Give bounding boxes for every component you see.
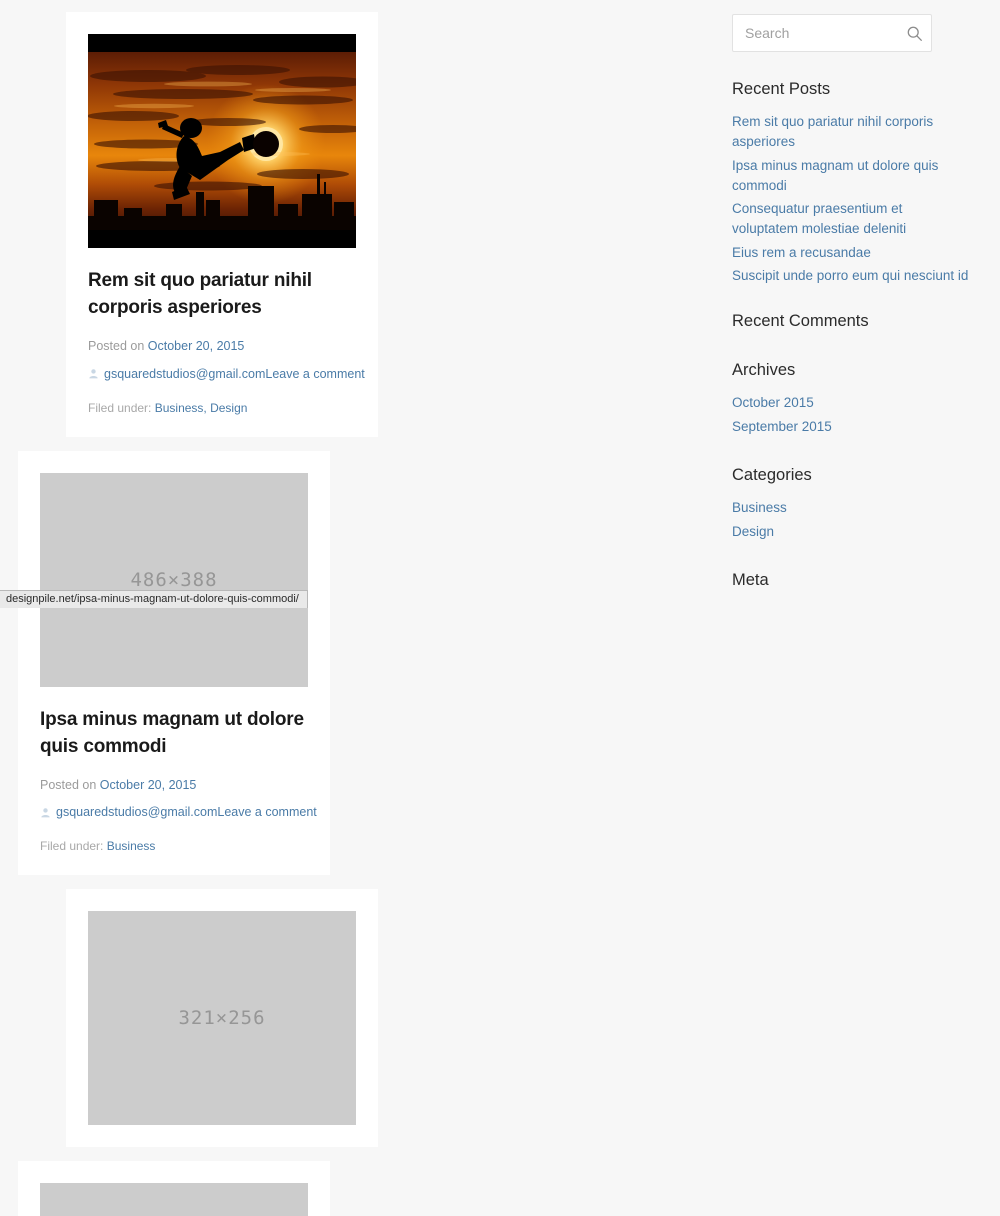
widget-title: Recent Posts bbox=[732, 80, 831, 98]
search-icon bbox=[907, 26, 922, 41]
list-item[interactable]: Design bbox=[732, 522, 970, 543]
recent-post-link[interactable]: Rem sit quo pariatur nihil corporis aspe… bbox=[732, 112, 970, 153]
posted-on-label: Posted on bbox=[88, 338, 145, 353]
post-filed-under: Filed under: Business, Design bbox=[88, 401, 356, 415]
recent-post-link[interactable]: Suscipit unde porro eum qui nesciunt id bbox=[732, 266, 970, 286]
widget-categories: Categories Business Design bbox=[732, 466, 970, 543]
recent-post-link[interactable]: Consequatur praesentium et voluptatem mo… bbox=[732, 199, 970, 240]
posted-on-label: Posted on bbox=[40, 777, 97, 792]
post-card[interactable]: 528×422 bbox=[18, 1161, 330, 1216]
post-filed-under: Filed under: Business bbox=[40, 839, 308, 853]
soccer-sunset-illustration bbox=[88, 34, 356, 248]
post-category-link[interactable]: Business, Design bbox=[155, 401, 248, 415]
widget-archives: Archives October 2015 September 2015 bbox=[732, 361, 970, 438]
list-item[interactable]: October 2015 bbox=[732, 393, 970, 414]
placeholder-size-label: 321×256 bbox=[178, 1007, 266, 1030]
archive-link[interactable]: October 2015 bbox=[732, 393, 970, 414]
list-item[interactable]: Suscipit unde porro eum qui nesciunt id bbox=[732, 266, 970, 286]
list-item[interactable]: Ipsa minus magnam ut dolore quis commodi bbox=[732, 156, 970, 197]
leave-comment-link[interactable]: Leave a comment bbox=[265, 367, 364, 381]
recent-posts-list: Rem sit quo pariatur nihil corporis aspe… bbox=[732, 112, 970, 286]
list-item[interactable]: Rem sit quo pariatur nihil corporis aspe… bbox=[732, 112, 970, 153]
post-author[interactable]: gsquaredstudios@gmail.com bbox=[40, 805, 217, 819]
post-meta-author-comments: gsquaredstudios@gmail.com Leave a commen… bbox=[40, 805, 317, 819]
leave-comment-label: Leave a comment bbox=[217, 805, 317, 820]
categories-list: Business Design bbox=[732, 498, 970, 543]
search-submit-button[interactable] bbox=[904, 23, 924, 43]
post-title[interactable]: Rem sit quo pariatur nihil corporis aspe… bbox=[88, 268, 356, 322]
post-meta-author-comments: gsquaredstudios@gmail.com Leave a commen… bbox=[88, 367, 365, 381]
post-meta-date: Posted on October 20, 2015 bbox=[88, 337, 356, 356]
post-author-label: gsquaredstudios@gmail.com bbox=[104, 366, 266, 381]
widget-meta: Meta bbox=[732, 571, 970, 590]
leave-comment-label: Leave a comment bbox=[265, 366, 365, 381]
recent-post-link[interactable]: Ipsa minus magnam ut dolore quis commodi bbox=[732, 156, 970, 197]
post-thumbnail-photo[interactable] bbox=[88, 34, 356, 248]
list-item[interactable]: Consequatur praesentium et voluptatem mo… bbox=[732, 199, 970, 240]
widget-title: Categories bbox=[732, 465, 812, 484]
category-link[interactable]: Business bbox=[732, 498, 970, 519]
post-card[interactable]: 486×388 Ipsa minus magnam ut dolore quis… bbox=[18, 450, 330, 876]
list-item[interactable]: September 2015 bbox=[732, 417, 970, 438]
user-icon bbox=[40, 807, 51, 818]
user-icon bbox=[88, 368, 99, 379]
post-author-label: gsquaredstudios@gmail.com bbox=[56, 805, 218, 820]
browser-page: Rem sit quo pariatur nihil corporis aspe… bbox=[0, 0, 1000, 1216]
browser-status-bar: designpile.net/ipsa-minus-magnam-ut-dolo… bbox=[0, 590, 308, 608]
list-item[interactable]: Eius rem a recusandae bbox=[732, 243, 970, 263]
post-category-link[interactable]: Business bbox=[107, 839, 156, 853]
status-bar-url: designpile.net/ipsa-minus-magnam-ut-dolo… bbox=[6, 593, 299, 605]
post-thumbnail-placeholder[interactable]: 486×388 bbox=[40, 472, 308, 687]
widget-title: Meta bbox=[732, 570, 769, 589]
widget-recent-posts: Recent Posts Rem sit quo pariatur nihil … bbox=[732, 80, 970, 286]
filed-under-label: Filed under: bbox=[88, 400, 152, 415]
filed-under-label: Filed under: bbox=[40, 839, 104, 854]
post-title[interactable]: Ipsa minus magnam ut dolore quis commodi bbox=[40, 707, 308, 761]
search-box[interactable] bbox=[732, 14, 932, 52]
recent-post-link[interactable]: Eius rem a recusandae bbox=[732, 243, 970, 263]
widget-title: Recent Comments bbox=[732, 312, 869, 330]
category-link[interactable]: Design bbox=[732, 522, 970, 543]
archives-list: October 2015 September 2015 bbox=[732, 393, 970, 438]
list-item[interactable]: Business bbox=[732, 498, 970, 519]
post-grid: Rem sit quo pariatur nihil corporis aspe… bbox=[0, 0, 700, 1216]
post-meta-date: Posted on October 20, 2015 bbox=[40, 776, 308, 795]
leave-comment-link[interactable]: Leave a comment bbox=[217, 805, 316, 819]
widget-recent-comments: Recent Comments bbox=[732, 312, 970, 331]
archive-link[interactable]: September 2015 bbox=[732, 417, 970, 438]
placeholder-size-label: 486×388 bbox=[130, 568, 218, 591]
post-card[interactable]: Rem sit quo pariatur nihil corporis aspe… bbox=[66, 12, 378, 437]
post-thumbnail-placeholder[interactable]: 528×422 bbox=[40, 1183, 308, 1216]
post-thumbnail-placeholder[interactable]: 321×256 bbox=[88, 911, 356, 1126]
post-author[interactable]: gsquaredstudios@gmail.com bbox=[88, 367, 265, 381]
post-date-link[interactable]: October 20, 2015 bbox=[148, 339, 245, 353]
sidebar: Recent Posts Rem sit quo pariatur nihil … bbox=[700, 0, 1000, 612]
widget-title: Archives bbox=[732, 361, 796, 379]
post-date-link[interactable]: October 20, 2015 bbox=[100, 778, 197, 792]
search-input[interactable] bbox=[733, 15, 931, 51]
post-card[interactable]: 321×256 bbox=[66, 889, 378, 1148]
